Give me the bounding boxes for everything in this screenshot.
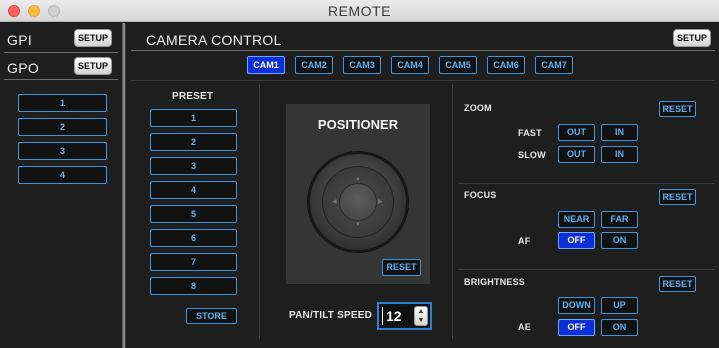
af-label: AF [518,236,531,246]
zoom-focus-divider [458,183,715,184]
focus-reset-button[interactable]: RESET [659,189,696,205]
gpi-heading: GPI [7,32,33,48]
stepper-down-icon[interactable]: ▼ [415,317,427,325]
joystick-ring: ▲ ▼ ◀ ▶ [322,166,394,238]
gpo-button-4[interactable]: 4 [18,166,107,184]
brightness-up-button[interactable]: UP [601,297,638,314]
gpo-button-3[interactable]: 3 [18,142,107,160]
positioner-column-divider [452,84,453,339]
focus-near-button[interactable]: NEAR [558,211,595,228]
zoom-fast-in-button[interactable]: IN [601,124,638,141]
joystick-up-arrow-icon: ▲ [355,176,361,182]
positioner-reset-button[interactable]: RESET [382,259,421,276]
positioner-panel: POSITIONER ▲ ▼ ◀ ▶ RESET [286,104,430,284]
ae-off-button[interactable]: OFF [558,319,595,336]
focus-brightness-divider [458,269,715,270]
focus-far-button[interactable]: FAR [601,211,638,228]
preset-button-3[interactable]: 3 [150,157,237,175]
pan-tilt-speed-value[interactable]: 12 [382,307,410,325]
zoom-slow-in-button[interactable]: IN [601,146,638,163]
joystick-down-arrow-icon: ▼ [355,222,361,228]
preset-button-2[interactable]: 2 [150,133,237,151]
preset-button-5[interactable]: 5 [150,205,237,223]
tab-cam2[interactable]: CAM2 [295,56,333,74]
joystick-left-arrow-icon: ◀ [332,199,337,205]
zoom-slow-out-button[interactable]: OUT [558,146,595,163]
preset-button-4[interactable]: 4 [150,181,237,199]
window-title: REMOTE [328,3,391,19]
preset-store-button[interactable]: STORE [186,308,237,324]
zoom-slow-label: SLOW [518,150,546,160]
camera-control-title: CAMERA CONTROL [146,32,282,48]
joystick-knob[interactable] [340,184,376,220]
brightness-reset-button[interactable]: RESET [659,276,696,292]
positioner-title: POSITIONER [317,117,399,132]
ae-on-button[interactable]: ON [601,319,638,336]
brightness-heading: BRIGHTNESS [464,277,526,287]
tab-cam1[interactable]: CAM1 [247,56,285,74]
camera-header-divider [131,50,715,51]
pan-tilt-speed-label: PAN/TILT SPEED [289,310,372,321]
gpo-button-1[interactable]: 1 [18,94,107,112]
gpi-divider [4,52,118,53]
tab-cam5[interactable]: CAM5 [439,56,477,74]
zoom-heading: ZOOM [464,103,492,113]
af-off-button[interactable]: OFF [558,232,595,249]
preset-heading: PRESET [172,91,214,102]
tab-cam7[interactable]: CAM7 [535,56,573,74]
title-bar: REMOTE [0,0,719,22]
zoom-fast-out-button[interactable]: OUT [558,124,595,141]
preset-column-divider [259,84,260,339]
brightness-down-button[interactable]: DOWN [558,297,595,314]
gpo-setup-button[interactable]: SETUP [74,57,112,75]
gpi-gpo-panel: GPI SETUP GPO SETUP 1 2 3 4 [0,23,122,348]
gpo-button-2[interactable]: 2 [18,118,107,136]
camera-setup-button[interactable]: SETUP [673,29,711,47]
preset-button-7[interactable]: 7 [150,253,237,271]
stepper-up-icon[interactable]: ▲ [415,308,427,316]
tab-cam6[interactable]: CAM6 [487,56,525,74]
gpo-heading: GPO [7,60,40,76]
preset-button-6[interactable]: 6 [150,229,237,247]
gpi-setup-button[interactable]: SETUP [74,29,112,47]
zoom-reset-button[interactable]: RESET [659,101,696,117]
ae-label: AE [518,322,531,332]
speed-stepper-arrows[interactable]: ▲ ▼ [414,306,428,326]
gpo-divider [4,79,118,80]
pan-tilt-speed-stepper[interactable]: 12 ▲ ▼ [377,302,432,330]
tabs-divider [131,80,715,81]
af-on-button[interactable]: ON [601,232,638,249]
preset-button-8[interactable]: 8 [150,277,237,295]
preset-button-1[interactable]: 1 [150,109,237,127]
pan-tilt-joystick[interactable]: ▲ ▼ ◀ ▶ [308,152,408,252]
focus-heading: FOCUS [464,190,497,200]
joystick-right-arrow-icon: ▶ [378,199,383,205]
tab-cam4[interactable]: CAM4 [391,56,429,74]
zoom-fast-label: FAST [518,128,542,138]
tab-cam3[interactable]: CAM3 [343,56,381,74]
